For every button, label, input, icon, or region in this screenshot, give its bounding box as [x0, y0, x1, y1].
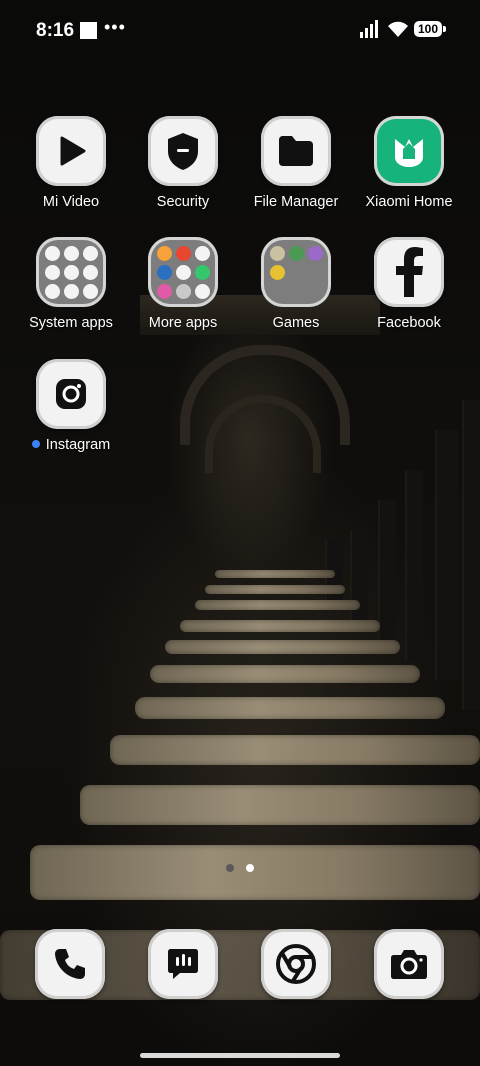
app-instagram[interactable]: Instagram — [15, 359, 127, 453]
more-notifications-icon: ••• — [104, 17, 126, 37]
status-bar: 8:16 ••• 100 — [0, 0, 480, 60]
app-mi-video[interactable]: Mi Video — [15, 116, 127, 210]
message-icon — [148, 929, 218, 999]
app-security[interactable]: Security — [127, 116, 239, 210]
shield-icon — [148, 116, 218, 186]
folder-grid-icon — [148, 237, 218, 307]
dock-camera[interactable] — [374, 929, 444, 999]
app-label: Facebook — [377, 315, 441, 331]
signal-icon — [360, 20, 378, 38]
app-xiaomi-home[interactable]: Xiaomi Home — [353, 116, 465, 210]
folder-grid-icon — [261, 237, 331, 307]
app-label: Instagram — [45, 437, 111, 453]
app-label: Games — [272, 315, 320, 331]
new-app-indicator — [31, 440, 40, 449]
status-time: 8:16 — [36, 20, 75, 41]
dock-messages[interactable] — [148, 929, 218, 999]
app-label: Xiaomi Home — [365, 194, 453, 210]
app-facebook[interactable]: Facebook — [353, 237, 465, 331]
wifi-icon — [388, 21, 408, 37]
app-file-manager[interactable]: File Manager — [240, 116, 352, 210]
dock-chrome[interactable] — [261, 929, 331, 999]
play-icon — [36, 116, 106, 186]
folder-icon — [261, 116, 331, 186]
app-label: Mi Video — [42, 194, 100, 210]
page-indicator-dot-1[interactable] — [226, 864, 234, 872]
app-label: Security — [156, 194, 210, 210]
notification-icon — [80, 22, 97, 39]
instagram-icon — [36, 359, 106, 429]
folder-more-apps[interactable]: More apps — [127, 237, 239, 331]
folder-games[interactable]: Games — [240, 237, 352, 331]
page-indicator-dot-2-active[interactable] — [246, 864, 254, 872]
chrome-icon — [261, 929, 331, 999]
home-gesture-bar[interactable] — [140, 1053, 340, 1058]
dock-phone[interactable] — [35, 929, 105, 999]
xiaomi-home-icon — [374, 116, 444, 186]
app-label: File Manager — [253, 194, 339, 210]
folder-system-apps[interactable]: System apps — [15, 237, 127, 331]
app-label: More apps — [148, 315, 218, 331]
battery-indicator: 100 — [414, 21, 446, 37]
folder-grid-icon — [36, 237, 106, 307]
app-label: System apps — [29, 315, 113, 331]
facebook-icon — [374, 237, 444, 307]
camera-icon — [374, 929, 444, 999]
phone-icon — [35, 929, 105, 999]
